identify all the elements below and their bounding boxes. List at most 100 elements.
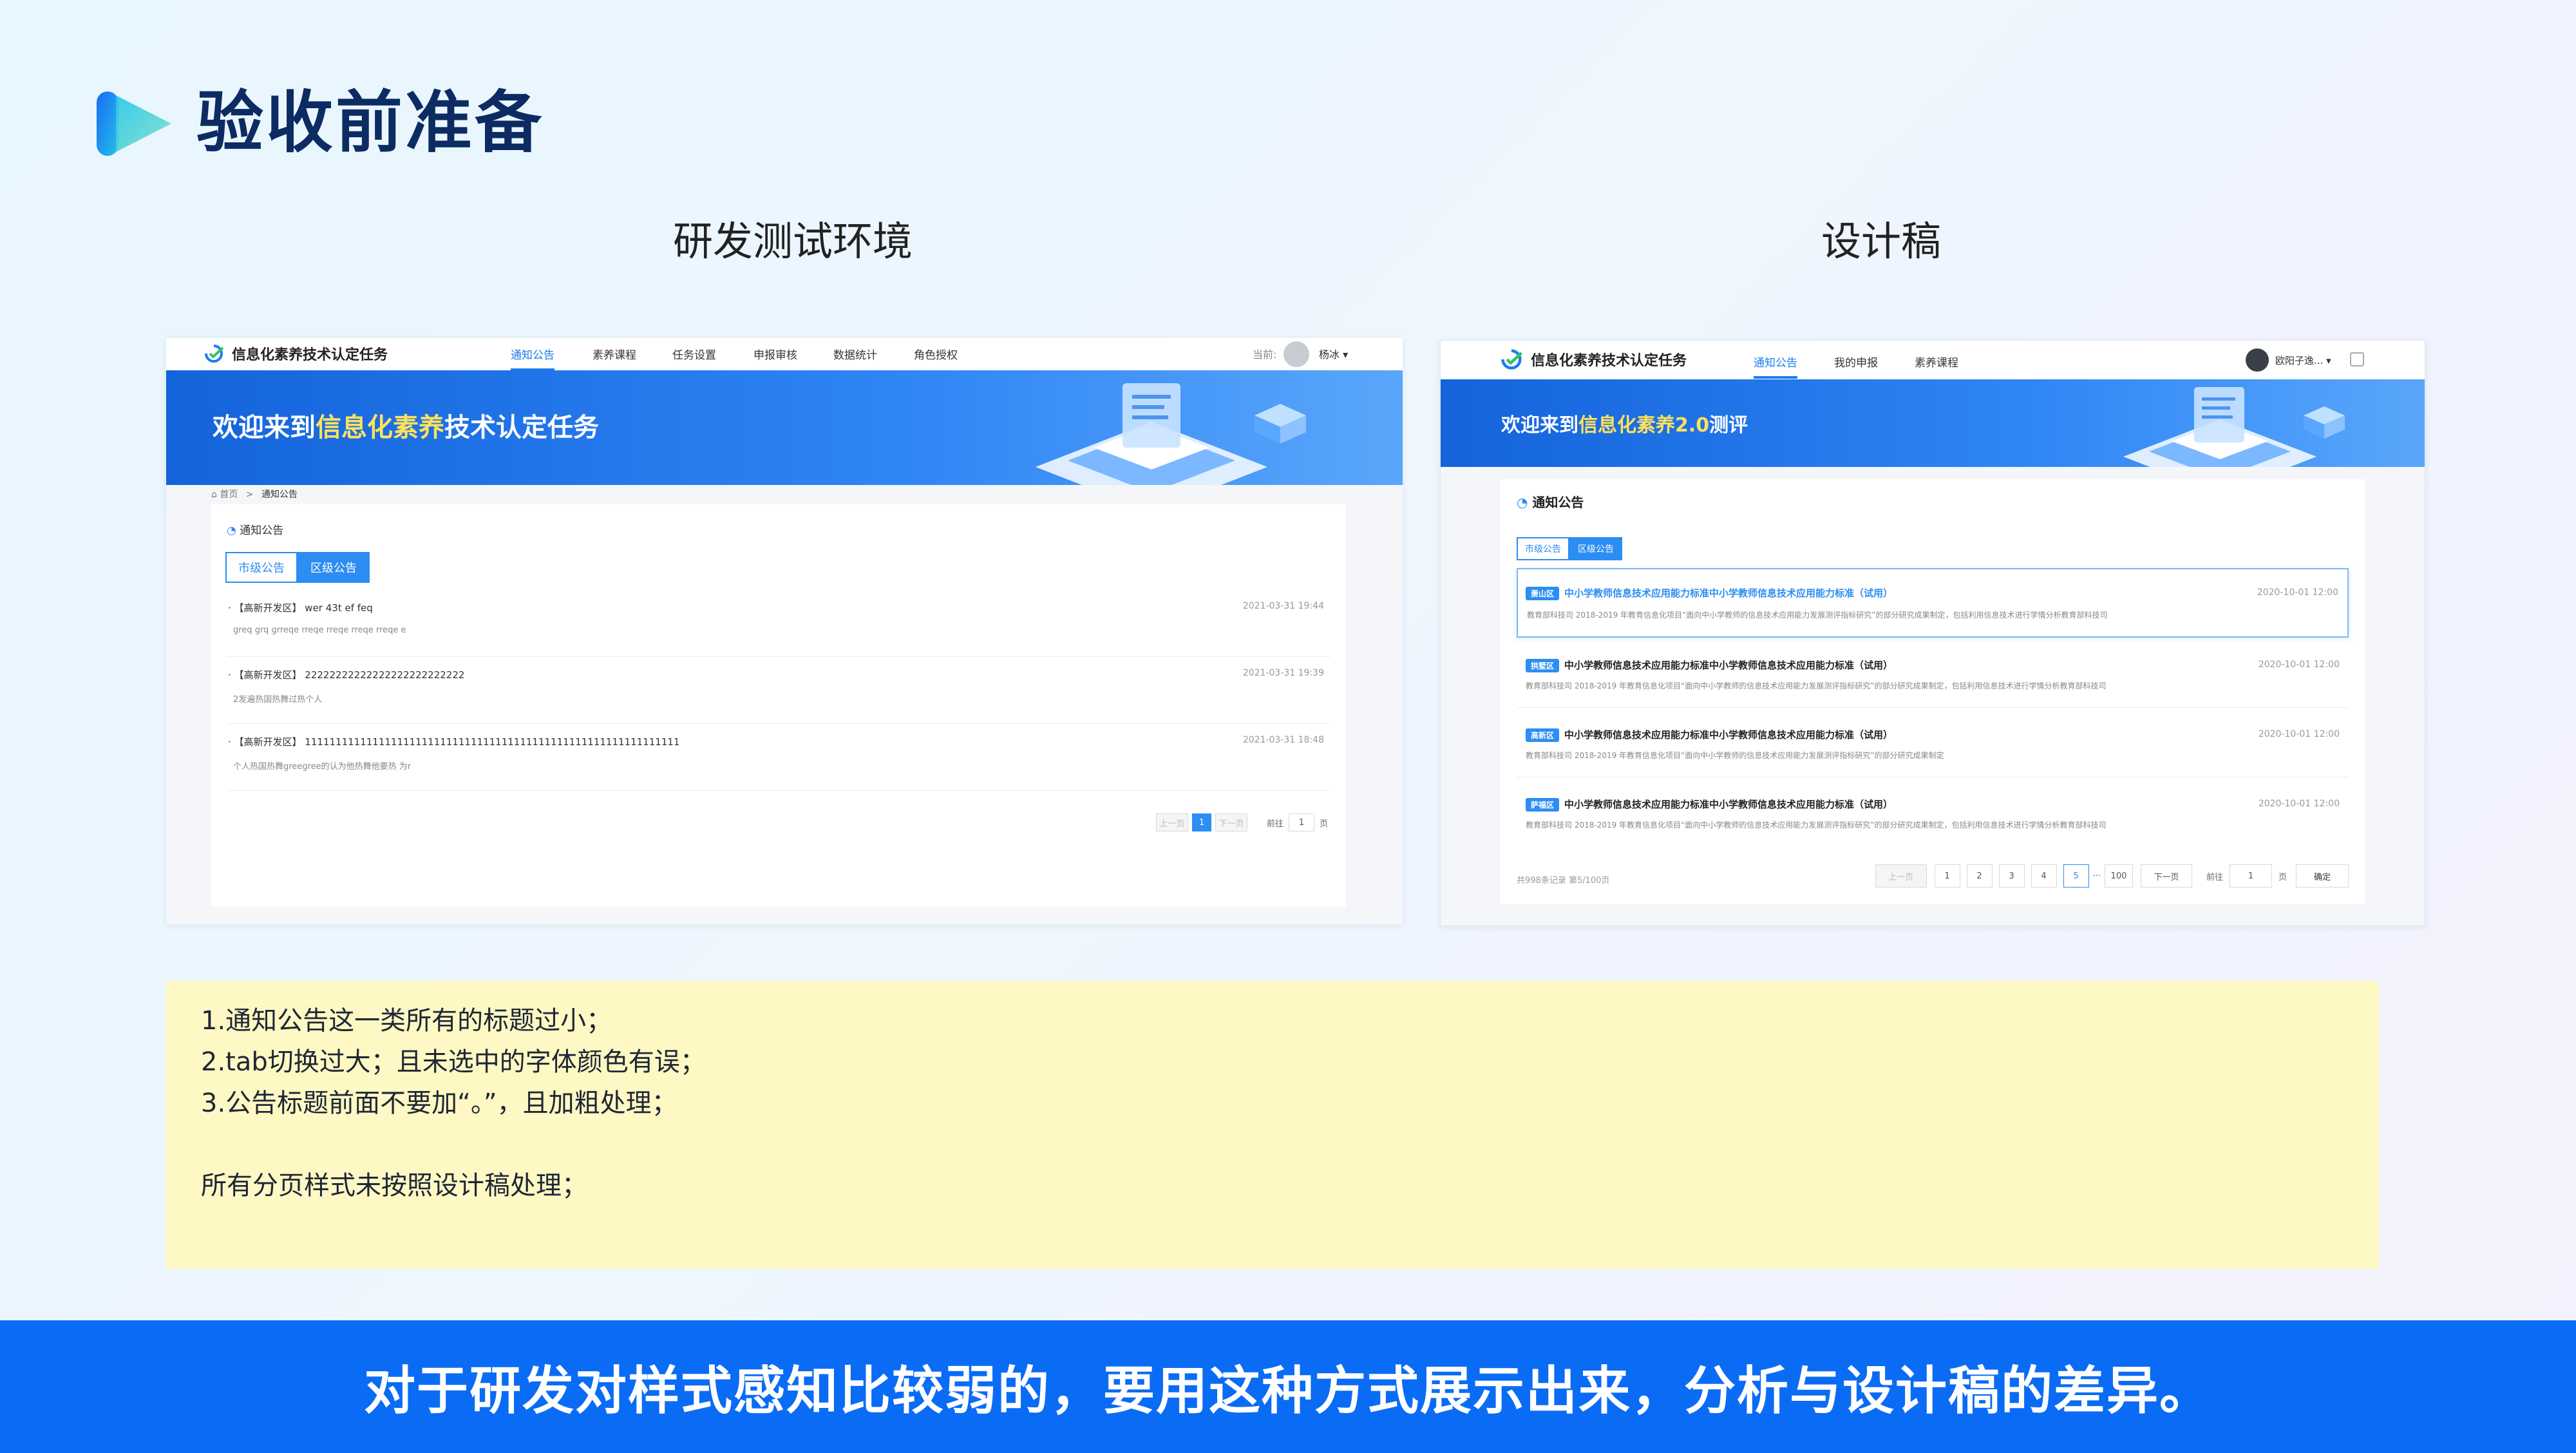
design-page-1-button[interactable]: 1 bbox=[1934, 864, 1960, 888]
dev-notice-row[interactable]: · 【高新开发区】 wer 43t ef feq 2021-03-31 19:4… bbox=[211, 601, 1346, 668]
design-page-2-button[interactable]: 2 bbox=[1966, 864, 1993, 888]
design-notice-row[interactable]: 高新区 中小学教师信息技术应用能力标准中小学教师信息技术应用能力标准（试用） 20… bbox=[1500, 715, 2365, 782]
notice-title[interactable]: · 【高新开发区】 wer 43t ef feq bbox=[228, 601, 373, 614]
design-page-3-button[interactable]: 3 bbox=[1998, 864, 2025, 888]
notice-desc: 教育部科技司 2018-2019 年教育信息化项目“面向中小学教师的信息技术应用… bbox=[1526, 751, 1944, 760]
isometric-server-illustration bbox=[1036, 383, 1306, 485]
design-confirm-button[interactable]: 确定 bbox=[2296, 864, 2349, 888]
dev-prev-page-button[interactable]: 上一页 bbox=[1155, 813, 1188, 831]
notice-desc: greq grq grreqe rreqe rreqe rreqe rreqe … bbox=[233, 625, 406, 635]
tab-district-notices[interactable]: 区级公告 bbox=[298, 552, 370, 583]
nav-tab-statistics[interactable]: 数据统计 bbox=[833, 346, 877, 362]
nav-tab-roles[interactable]: 角色授权 bbox=[914, 346, 958, 362]
review-notes: 1.通知公告这一类所有的标题过小； 2.tab切换过大；且未选中的字体颜色有误；… bbox=[166, 981, 2379, 1269]
dev-section-title: ◔ 通知公告 bbox=[227, 521, 283, 537]
breadcrumb-home[interactable]: 首页 bbox=[220, 489, 238, 500]
design-page-5-button[interactable]: 5 bbox=[2063, 864, 2089, 888]
row-divider bbox=[227, 790, 1331, 791]
note-line: 2.tab切换过大；且未选中的字体颜色有误； bbox=[201, 1047, 706, 1077]
district-badge: 萧山区 bbox=[1526, 587, 1560, 600]
notice-date: 2021-03-31 18:48 bbox=[1242, 735, 1324, 745]
dev-page-1-button[interactable]: 1 bbox=[1191, 813, 1211, 831]
design-notice-row[interactable]: 萨福区 中小学教师信息技术应用能力标准中小学教师信息技术应用能力标准（试用） 20… bbox=[1500, 784, 2365, 851]
note-line: 3.公告标题前面不要加“。”，且加粗处理； bbox=[201, 1088, 677, 1118]
dev-notice-row[interactable]: · 【高新开发区】 22222222222222222222222222 202… bbox=[211, 668, 1346, 735]
notice-date: 2021-03-31 19:44 bbox=[1242, 601, 1324, 611]
design-page-last-button[interactable]: 100 bbox=[2104, 864, 2133, 888]
breadcrumb: ⌂ 首页 > 通知公告 bbox=[211, 488, 298, 500]
notice-desc: 教育部科技司 2018-2019 年教育信息化项目“面向中小学教师的信息技术应用… bbox=[1526, 821, 2107, 830]
district-badge: 高新区 bbox=[1526, 728, 1560, 742]
design-goto-label: 前往 bbox=[2206, 872, 2223, 882]
user-avatar[interactable] bbox=[1283, 341, 1309, 367]
design-topbar: 信息化素养技术认定任务 通知公告 我的申报 素养课程 欧阳子逸... ▾ bbox=[1441, 341, 2425, 379]
row-divider bbox=[1517, 707, 2349, 708]
design-page-4-button[interactable]: 4 bbox=[2031, 864, 2057, 888]
design-notice-row-highlighted[interactable]: 萧山区 中小学教师信息技术应用能力标准中小学教师信息技术应用能力标准（试用） 20… bbox=[1517, 568, 2349, 638]
district-badge: 萨福区 bbox=[1526, 798, 1560, 812]
dev-brand[interactable]: 信息化素养技术认定任务 bbox=[204, 343, 388, 364]
notice-title-text[interactable]: 中小学教师信息技术应用能力标准中小学教师信息技术应用能力标准（试用） bbox=[1564, 660, 1893, 671]
notice-date: 2020-10-01 12:00 bbox=[2258, 660, 2340, 670]
design-page-input[interactable]: 1 bbox=[2229, 864, 2272, 888]
notice-desc: 教育部科技司 2018-2019 年教育信息化项目“面向中小学教师的信息技术应用… bbox=[1527, 611, 2108, 620]
notice-title-text[interactable]: 中小学教师信息技术应用能力标准中小学教师信息技术应用能力标准（试用） bbox=[1564, 587, 1893, 599]
design-section-title: ◔ 通知公告 bbox=[1517, 492, 1584, 511]
breadcrumb-current: 通知公告 bbox=[261, 489, 298, 500]
banner-prefix: 欢迎来到 bbox=[213, 413, 316, 442]
bell-icon: ◔ bbox=[1517, 495, 1533, 510]
notice-title[interactable]: 高新区 中小学教师信息技术应用能力标准中小学教师信息技术应用能力标准（试用） bbox=[1526, 728, 1893, 742]
notice-title[interactable]: 拱墅区 中小学教师信息技术应用能力标准中小学教师信息技术应用能力标准（试用） bbox=[1526, 658, 1893, 672]
dev-next-page-button[interactable]: 下一页 bbox=[1215, 813, 1247, 831]
footer-banner: 对于研发对样式感知比较弱的，要用这种方式展示出来，分析与设计稿的差异。 bbox=[0, 1320, 2576, 1453]
nav-tab-notices[interactable]: 通知公告 bbox=[1754, 354, 1797, 379]
brand-logo-icon bbox=[205, 345, 224, 363]
tab-city-notices[interactable]: 市级公告 bbox=[1517, 537, 1569, 560]
user-menu[interactable]: 杨冰 ▾ bbox=[1319, 346, 1348, 361]
notice-title[interactable]: · 【高新开发区】 22222222222222222222222222 bbox=[228, 668, 464, 681]
notice-title-text[interactable]: 中小学教师信息技术应用能力标准中小学教师信息技术应用能力标准（试用） bbox=[1564, 729, 1893, 741]
notice-desc: 个人热国热舞greegree的认为他热舞他要热 为r bbox=[233, 762, 412, 772]
banner-welcome: 欢迎来到信息化素养技术认定任务 bbox=[213, 406, 599, 444]
logout-icon[interactable] bbox=[2350, 352, 2364, 366]
dev-page-input[interactable]: 1 bbox=[1288, 813, 1314, 831]
banner-suffix: 技术认定任务 bbox=[444, 413, 599, 442]
design-record-summary: 共998条记录 第5/100页 bbox=[1517, 876, 1610, 886]
note-line: 1.通知公告这一类所有的标题过小； bbox=[201, 1006, 612, 1036]
note-line: 所有分页样式未按照设计稿处理； bbox=[201, 1171, 587, 1201]
nav-tab-courses[interactable]: 素养课程 bbox=[1915, 354, 1958, 370]
notice-title-text[interactable]: 中小学教师信息技术应用能力标准中小学教师信息技术应用能力标准（试用） bbox=[1564, 799, 1893, 810]
row-divider bbox=[227, 656, 1331, 657]
nav-tab-notices[interactable]: 通知公告 bbox=[511, 346, 554, 371]
nav-tab-courses[interactable]: 素养课程 bbox=[592, 346, 636, 362]
design-next-page-button[interactable]: 下一页 bbox=[2140, 864, 2192, 888]
design-brand[interactable]: 信息化素养技术认定任务 bbox=[1500, 348, 1687, 370]
tab-district-notices[interactable]: 区级公告 bbox=[1569, 537, 1622, 560]
user-menu[interactable]: 欧阳子逸... ▾ bbox=[2275, 354, 2331, 367]
nav-tab-review[interactable]: 申报审核 bbox=[753, 346, 797, 362]
notice-title[interactable]: 萧山区 中小学教师信息技术应用能力标准中小学教师信息技术应用能力标准（试用） bbox=[1526, 586, 1893, 600]
notice-title[interactable]: 萨福区 中小学教师信息技术应用能力标准中小学教师信息技术应用能力标准（试用） bbox=[1526, 797, 1893, 812]
design-notice-card: ◔ 通知公告 市级公告 区级公告 萧山区 中小学教师信息技术应用能力标准中小学教师… bbox=[1500, 479, 2365, 904]
design-screenshot: 信息化素养技术认定任务 通知公告 我的申报 素养课程 欧阳子逸... ▾ 欢迎来… bbox=[1440, 340, 2425, 926]
notice-date: 2021-03-31 19:39 bbox=[1242, 668, 1324, 678]
dev-goto-label: 前往 bbox=[1266, 819, 1283, 829]
nav-tab-my-applications[interactable]: 我的申报 bbox=[1834, 354, 1878, 370]
bell-icon: ◔ bbox=[227, 524, 240, 537]
design-prev-page-button[interactable]: 上一页 bbox=[1875, 864, 1927, 888]
banner-welcome: 欢迎来到信息化素养2.0测评 bbox=[1501, 409, 1748, 437]
dev-topbar: 信息化素养技术认定任务 通知公告 素养课程 任务设置 申报审核 数据统计 角色授… bbox=[166, 338, 1403, 371]
design-section-label: 通知公告 bbox=[1532, 495, 1584, 510]
banner-highlight: 信息化素养2.0 bbox=[1578, 414, 1710, 437]
dev-notice-row[interactable]: · 【高新开发区】 111111111111111111111111111111… bbox=[211, 735, 1346, 802]
notice-title[interactable]: · 【高新开发区】 111111111111111111111111111111… bbox=[228, 735, 679, 748]
design-notice-row[interactable]: 拱墅区 中小学教师信息技术应用能力标准中小学教师信息技术应用能力标准（试用） 20… bbox=[1500, 645, 2365, 712]
notice-date: 2020-10-01 12:00 bbox=[2257, 587, 2338, 598]
notice-date: 2020-10-01 12:00 bbox=[2258, 799, 2340, 809]
dev-notice-card: ◔ 通知公告 市级公告 区级公告 · 【高新开发区】 wer 43t ef fe… bbox=[211, 504, 1346, 907]
nav-tab-task-settings[interactable]: 任务设置 bbox=[672, 346, 716, 362]
design-page-suffix: 页 bbox=[2278, 872, 2287, 882]
tab-city-notices[interactable]: 市级公告 bbox=[225, 552, 298, 583]
user-avatar[interactable] bbox=[2246, 348, 2269, 372]
design-page-ellipsis: ··· bbox=[2092, 871, 2101, 881]
